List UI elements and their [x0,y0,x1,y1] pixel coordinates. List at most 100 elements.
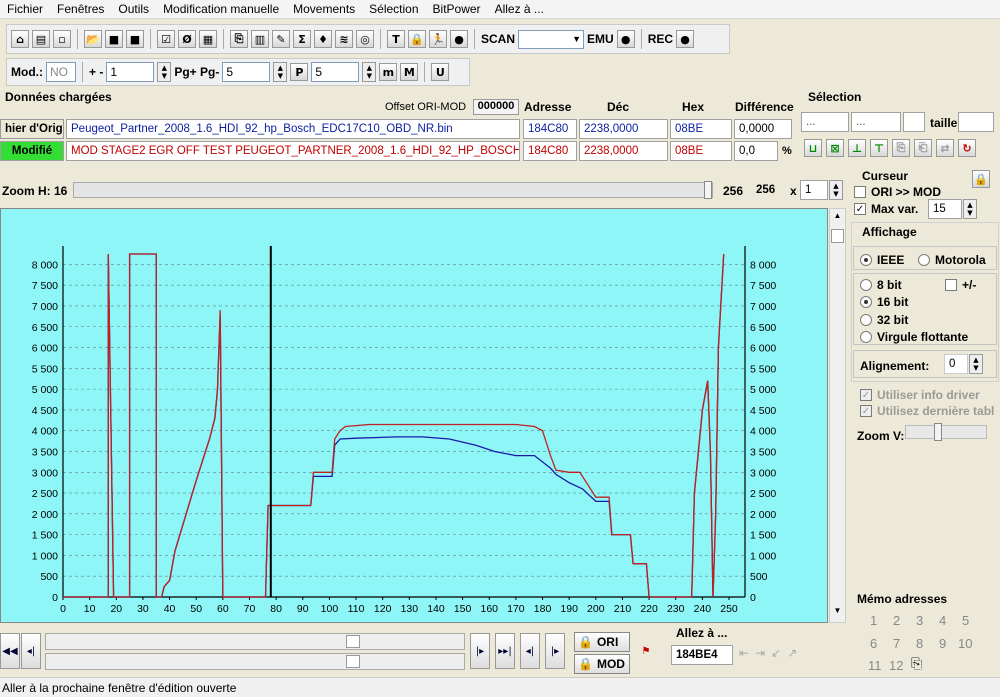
goto-left-icon[interactable]: ⇤ [739,646,749,660]
page-step-field[interactable]: 5 [222,62,271,82]
record-dot-icon[interactable]: ● [450,30,468,48]
mod-field[interactable]: NO [46,62,76,82]
horizontal-scrollbar-1[interactable] [45,633,465,650]
checksum-icon[interactable]: Ø [178,30,196,48]
last-page-button[interactable]: ▸▸| [495,633,515,669]
motorola-radio[interactable] [918,254,930,266]
zoom-h-thumb[interactable] [704,181,712,199]
runner-icon[interactable]: 🏃 [429,30,447,48]
horizontal-scrollbar-2[interactable] [45,653,465,670]
zoom-h-slider[interactable] [73,181,713,199]
u-icon[interactable]: U [431,63,450,81]
modified-file-label[interactable]: Modifié [0,141,64,161]
plot-area[interactable]: 0 0 500 500 1 000 1 000 1 500 1 500 2 000 2 000 2 … [0,208,828,623]
derniere-option[interactable]: ✓ Utilisez dernière tabl [860,404,994,418]
memo-slot-11[interactable]: 11 [868,658,882,673]
memo-slot-7[interactable]: 7 [893,636,900,651]
select-cross-icon[interactable]: ⊠ [826,139,844,157]
memo-copy-icon[interactable]: ⎘ [911,655,922,672]
checklist-icon[interactable]: ☑ [157,30,175,48]
32bit-option[interactable]: 32 bit [860,313,908,327]
8bit-radio[interactable] [860,279,872,291]
M-icon[interactable]: M [400,63,419,81]
memo-slot-12[interactable]: 12 [889,658,903,673]
derniere-checkbox[interactable]: ✓ [860,405,872,417]
info-driver-checkbox[interactable]: ✓ [860,389,872,401]
maxvar-spinner[interactable]: ▲ ▼ [963,199,977,219]
select-down-icon[interactable]: ⊤ [870,139,888,157]
menu-movements[interactable]: Movements [286,2,362,16]
p-icon[interactable]: P [290,63,309,81]
page-step-spinner[interactable]: ▲ ▼ [273,62,288,82]
memo-slot-3[interactable]: 3 [916,613,923,628]
scroll-thumb-1[interactable] [346,635,360,648]
memo-slot-1[interactable]: 1 [870,613,877,628]
float-radio[interactable] [860,331,872,343]
signed-option[interactable]: +/- [945,278,976,292]
graph-icon[interactable]: ≋ [335,30,353,48]
menu-selection[interactable]: Sélection [362,2,425,16]
mod-button[interactable]: 🔒 MOD [574,654,630,674]
selection-end-field[interactable]: ... [851,112,901,132]
float-option[interactable]: Virgule flottante [860,330,968,344]
scroll-up-icon[interactable]: ▲ [831,211,844,225]
ori-mod-checkbox[interactable] [854,186,866,198]
signed-checkbox[interactable] [945,279,957,291]
step-field[interactable]: 1 [106,62,155,82]
lock-icon[interactable]: 🔒 [408,30,426,48]
zoom-v-thumb[interactable] [934,423,942,441]
ieee-option[interactable]: IEEE [860,253,904,267]
taille-field[interactable] [958,112,994,132]
copy-icon[interactable]: ⎘ [230,30,248,48]
home-icon[interactable]: ⌂ [11,30,29,48]
ori-mod-option[interactable]: ORI >> MOD [854,185,941,199]
zoom-h-field[interactable]: 256 [752,180,786,200]
memo-slot-4[interactable]: 4 [939,613,946,628]
m-icon[interactable]: m [379,63,398,81]
scan-dropdown[interactable]: ▼ [518,29,585,49]
windows-icon[interactable]: ▤ [32,30,50,48]
p-field[interactable]: 5 [311,62,360,82]
step-spinner[interactable]: ▲ ▼ [157,62,172,82]
emu-record-icon[interactable]: ● [616,30,635,48]
menu-allez-a[interactable]: Allez à ... [488,2,551,16]
paste-selection-icon[interactable]: ⎗ [914,139,932,157]
calculator-icon[interactable]: ▥ [251,30,269,48]
sum-icon[interactable]: Σ [293,30,311,48]
select-up-icon[interactable]: ⊥ [848,139,866,157]
zoom-mult-field[interactable]: 1 [800,180,828,200]
binoculars-icon[interactable]: ◎ [356,30,374,48]
menu-fichier[interactable]: Fichier [0,2,50,16]
scroll-down-icon[interactable]: ▼ [831,606,844,620]
prev-block-button[interactable]: ◂| [520,633,540,669]
info-driver-option[interactable]: ✓ Utiliser info driver [860,388,980,402]
first-page-button[interactable]: ◀◀ [0,633,20,669]
motorola-option[interactable]: Motorola [918,253,986,267]
goto-next-icon[interactable]: ↗ [787,646,797,660]
goto-right-icon[interactable]: ⇥ [755,646,765,660]
memo-slot-10[interactable]: 10 [958,636,972,651]
ori-button[interactable]: 🔒 ORI [574,632,630,652]
allez-field[interactable]: 184BE4 [671,645,733,665]
32bit-radio[interactable] [860,314,872,326]
maxvar-field[interactable]: 15 [928,199,962,219]
calendar-icon[interactable]: ▦ [199,30,217,48]
zoom-v-slider[interactable] [905,423,987,441]
maxvar-checkbox[interactable]: ✓ [854,203,866,215]
graph-svg[interactable]: 0 0500 5001 000 1 0001 500 1 5002 000 2 0002 … [1,209,829,624]
memo-slot-6[interactable]: 6 [870,636,877,651]
prev-page-button[interactable]: ◂| [21,633,41,669]
memo-slot-9[interactable]: 9 [939,636,946,651]
scroll-thumb[interactable] [831,229,844,243]
menu-outils[interactable]: Outils [111,2,156,16]
transfer-selection-icon[interactable]: ⇄ [936,139,954,157]
ieee-radio[interactable] [860,254,872,266]
text-icon[interactable]: T [387,30,405,48]
next-block-button[interactable]: |▸ [545,633,565,669]
open-folder-icon[interactable]: 📂 [84,30,102,48]
menu-modification-manuelle[interactable]: Modification manuelle [156,2,286,16]
copy-selection-icon[interactable]: ⎘ [892,139,910,157]
8bit-option[interactable]: 8 bit [860,278,902,292]
menu-fenetres[interactable]: Fenêtres [50,2,111,16]
scroll-thumb-2[interactable] [346,655,360,668]
